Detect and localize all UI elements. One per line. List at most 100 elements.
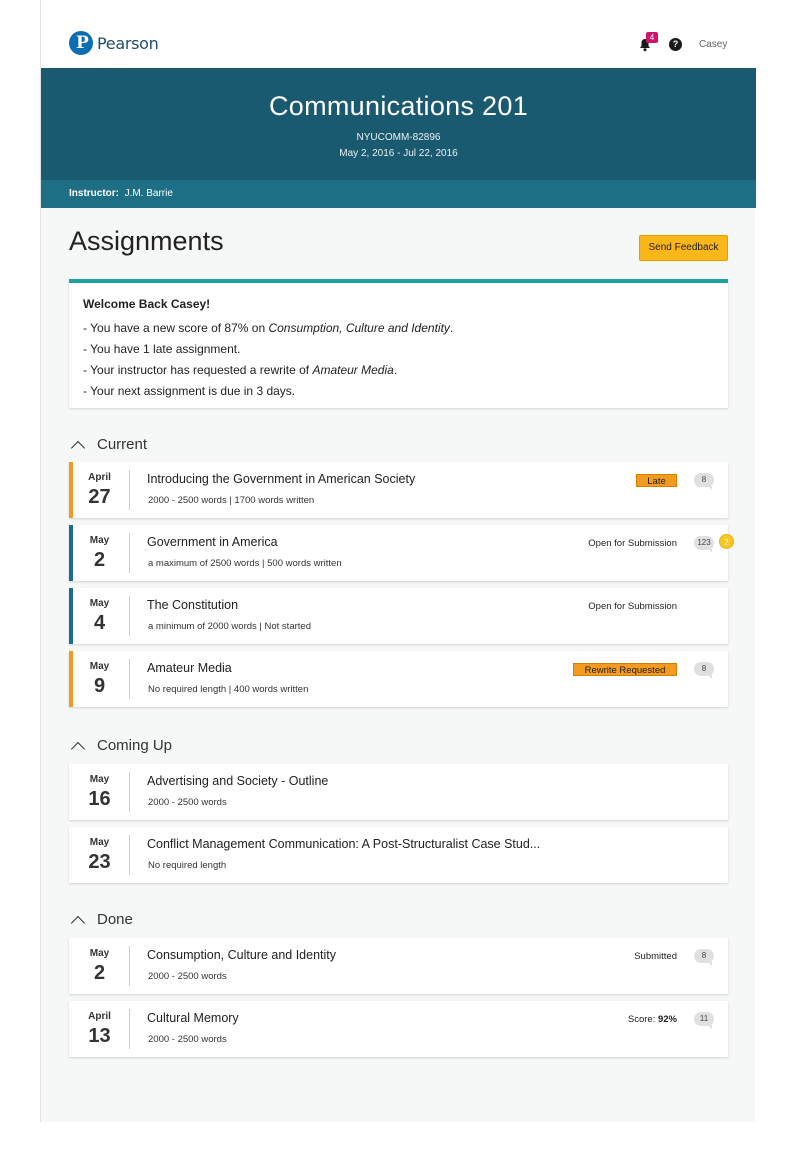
help-icon[interactable]: ? [669,38,682,51]
section-toggle-done[interactable]: Done [71,911,133,928]
due-month: May [89,598,110,609]
due-day: 23 [88,851,111,873]
section-toggle-coming-up[interactable]: Coming Up [71,737,172,754]
welcome-line-late: - You have 1 late assignment. [83,342,241,356]
assignment-card[interactable]: April 27 Introducing the Government in A… [69,462,728,518]
pearson-logo-icon: P [69,31,93,55]
due-day: 27 [88,486,111,508]
comment-count-icon[interactable]: 123 [694,536,714,553]
assignment-title[interactable]: Advertising and Society - Outline [147,774,328,788]
comment-count-icon[interactable]: 8 [694,949,714,966]
welcome-text: - Your instructor has requested a rewrit… [83,363,313,377]
welcome-heading: Welcome Back Casey! [83,297,211,311]
divider [129,659,130,699]
course-header: Communications 201 NYUCOMM-82896 May 2, … [41,68,756,180]
assignment-details: 2000 - 2500 words [148,1034,227,1045]
divider [129,1009,130,1049]
due-day: 9 [93,675,106,697]
due-month: May [89,774,110,785]
due-month: April [88,1011,111,1022]
assignment-details: No required length [148,860,227,871]
app-frame: P Pearson 4 ? Casey Communications 201 N… [40,0,756,1122]
divider [129,470,130,510]
instructor-bar: Instructor: J.M. Barrie [41,180,756,208]
brand-name: Pearson [97,33,159,53]
due-day: 4 [93,612,106,634]
assignment-reference: Amateur Media [312,363,394,377]
assignment-card[interactable]: May 16 Advertising and Society - Outline… [69,764,728,820]
course-dates: May 2, 2016 - Jul 22, 2016 [339,148,458,159]
comment-count-icon[interactable]: 11 [694,1012,714,1029]
welcome-text: . [393,363,398,377]
notification-count-badge: 4 [646,32,658,43]
divider [129,533,130,573]
comment-count-icon[interactable]: 8 [694,662,714,679]
welcome-line-rewrite: - Your instructor has requested a rewrit… [83,360,714,381]
assignment-title[interactable]: Conflict Management Communication: A Pos… [147,837,540,851]
assignment-title[interactable]: Amateur Media [147,661,232,675]
due-month: April [88,472,111,483]
assignment-title[interactable]: Government in America [147,535,278,549]
section-title: Done [97,911,133,928]
due-month: May [89,535,110,546]
assignment-details: No required length | 400 words written [148,684,309,695]
due-date: April 27 [69,462,130,518]
section-title: Current [97,436,148,453]
chevron-up-icon [71,439,83,451]
new-comments-badge: 2 [719,534,734,549]
top-bar: P Pearson 4 ? Casey [41,0,756,68]
assignment-card[interactable]: April 13 Cultural Memory 2000 - 2500 wor… [69,1001,728,1057]
status-badge: Rewrite Requested [573,663,677,676]
due-day: 2 [93,962,106,984]
send-feedback-button[interactable]: Send Feedback [639,235,728,261]
section-title: Coming Up [97,737,173,754]
divider [129,835,130,875]
user-menu[interactable]: Casey [699,39,727,50]
assignment-title[interactable]: Cultural Memory [147,1011,239,1025]
due-month: May [89,948,110,959]
welcome-text: - You have a new score of 87% on [83,321,269,335]
assignment-details: 2000 - 2500 words [148,797,227,808]
chevron-up-icon [71,740,83,752]
assignment-details: 2000 - 2500 words | 1700 words written [148,495,315,506]
due-date: April 13 [69,1001,130,1057]
due-month: May [89,661,110,672]
divider [129,596,130,636]
assignment-card[interactable]: May 2 Government in America a maximum of… [69,525,734,581]
status-text: Submitted [634,951,677,962]
course-title: Communications 201 [268,91,529,121]
due-date: May 4 [69,588,130,644]
welcome-line-next-due: - Your next assignment is due in 3 days. [83,384,296,398]
assignment-details: a maximum of 2500 words | 500 words writ… [148,558,342,569]
welcome-text: . [449,321,454,335]
assignment-details: a minimum of 2000 words | Not started [148,621,311,632]
instructor-name: J.M. Barrie [124,188,173,199]
assignment-card[interactable]: May 2 Consumption, Culture and Identity … [69,938,728,994]
status-text: Open for Submission [588,601,677,612]
due-date: May 2 [69,525,130,581]
chevron-up-icon [71,914,83,926]
assignment-card[interactable]: May 9 Amateur Media No required length |… [69,651,728,707]
score-value: 92% [657,1014,677,1025]
due-date: May 16 [69,764,130,820]
assignment-title[interactable]: Introducing the Government in American S… [147,472,415,486]
status-badge: Late [636,474,677,487]
status-text: Open for Submission [588,538,677,549]
due-date: May 23 [69,827,130,883]
due-day: 13 [88,1025,111,1047]
pearson-logo[interactable]: P Pearson [69,31,159,55]
comment-count-icon[interactable]: 8 [694,473,714,490]
due-day: 16 [88,788,111,810]
divider [129,946,130,986]
welcome-panel: Welcome Back Casey! - You have a new sco… [69,279,728,408]
section-toggle-current[interactable]: Current [71,436,147,453]
assignment-card[interactable]: May 23 Conflict Management Communication… [69,827,728,883]
assignment-title[interactable]: The Constitution [147,598,238,612]
assignment-details: 2000 - 2500 words [148,971,227,982]
instructor-label: Instructor: [69,188,119,199]
welcome-line-score: - You have a new score of 87% on Consump… [83,318,714,339]
assignment-title[interactable]: Consumption, Culture and Identity [147,948,336,962]
due-date: May 9 [69,651,130,707]
assignment-card[interactable]: May 4 The Constitution a minimum of 2000… [69,588,728,644]
due-month: May [89,837,110,848]
